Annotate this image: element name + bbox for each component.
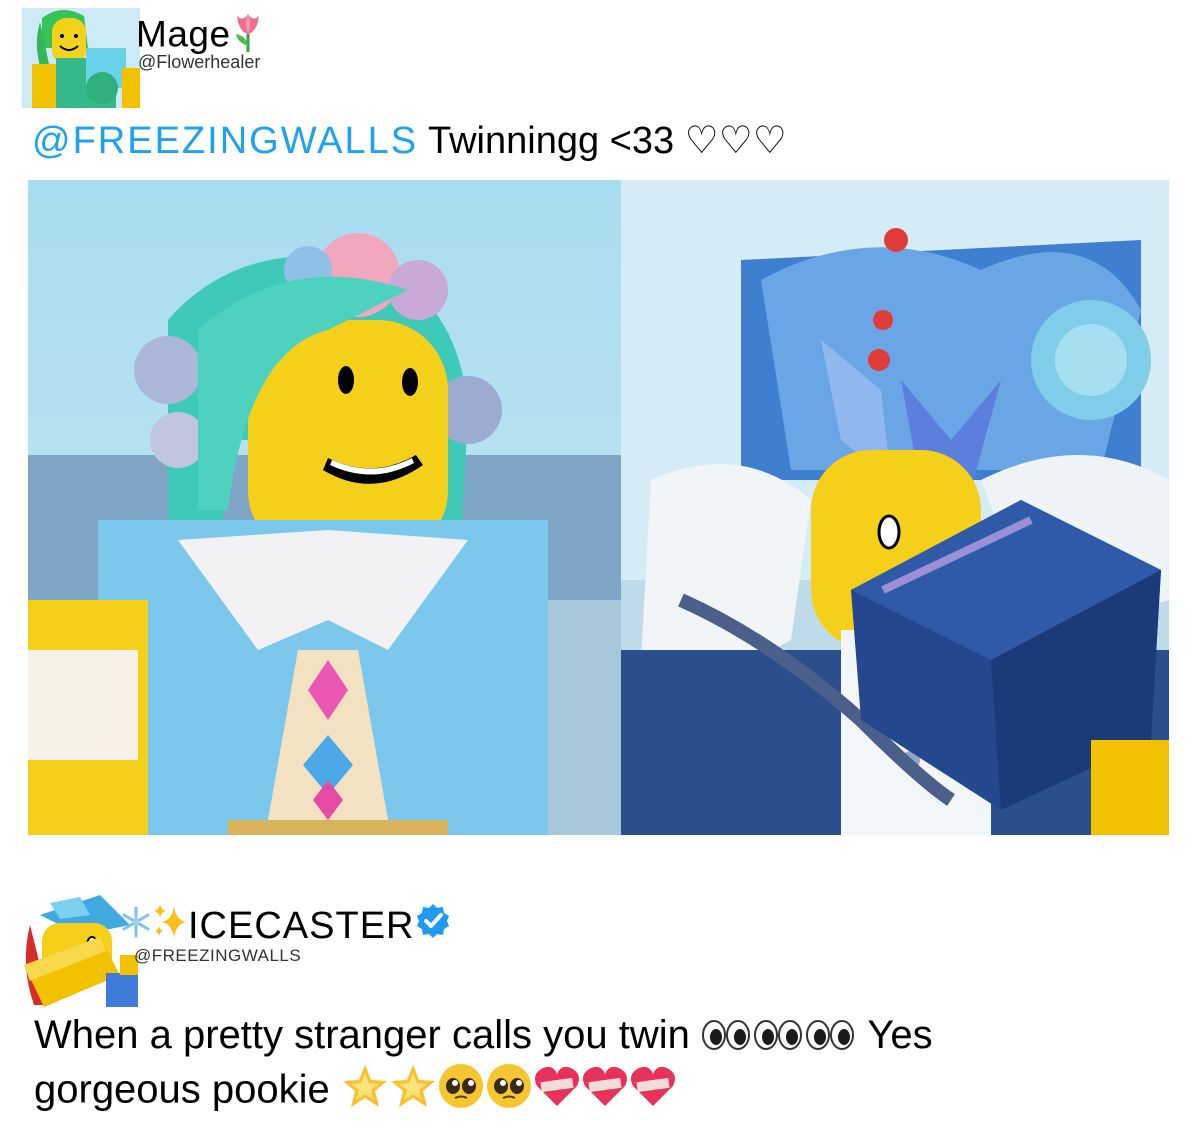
post-text-1: @FREEZINGWALLS Twinningg <33 ♡♡♡ <box>32 118 787 163</box>
pleading-face-icon <box>437 1062 485 1122</box>
mending-heart-icon <box>581 1064 629 1120</box>
post-text-2-line1-end: Yes <box>867 1013 933 1057</box>
snowflake-icon <box>120 905 152 948</box>
eyes-icon <box>701 1012 753 1062</box>
display-name-icecaster[interactable]: ICECASTER <box>120 902 452 950</box>
mention-link[interactable]: @FREEZINGWALLS <box>32 120 418 162</box>
avatar-mage[interactable] <box>22 8 140 108</box>
handle-mage[interactable]: @Flowerhealer <box>138 52 260 73</box>
post-image-left[interactable] <box>28 180 621 835</box>
eyes-icon <box>753 1012 805 1062</box>
display-name-text: Mage <box>136 13 231 55</box>
verified-badge-icon <box>414 902 452 950</box>
post-image-right[interactable] <box>621 180 1169 835</box>
character-flower-crown-image <box>28 180 621 835</box>
glowing-star-icon <box>341 1063 389 1121</box>
post-text-1-body: Twinningg <33 ♡♡♡ <box>427 120 787 162</box>
post-text-2-line1: When a pretty stranger calls you twin Ye… <box>34 1010 1174 1062</box>
post-text-2-line2: gorgeous pookie <box>34 1062 1174 1122</box>
post-text-2-line1-text: When a pretty stranger calls you twin <box>34 1013 690 1057</box>
handle-icecaster[interactable]: @FREEZINGWALLS <box>134 946 301 966</box>
pleading-face-icon <box>485 1062 533 1122</box>
display-name-text: ICECASTER <box>188 904 415 947</box>
avatar-mage-image <box>22 8 140 108</box>
mending-heart-icon <box>533 1064 581 1120</box>
mending-heart-icon <box>629 1064 677 1120</box>
post-text-2-line2-text: gorgeous pookie <box>34 1068 330 1112</box>
character-ice-crown-image <box>621 180 1169 835</box>
glowing-star-icon <box>389 1063 437 1121</box>
post-text-2: When a pretty stranger calls you twin Ye… <box>34 1010 1174 1122</box>
eyes-icon <box>805 1012 857 1062</box>
sparkles-icon <box>152 902 188 950</box>
